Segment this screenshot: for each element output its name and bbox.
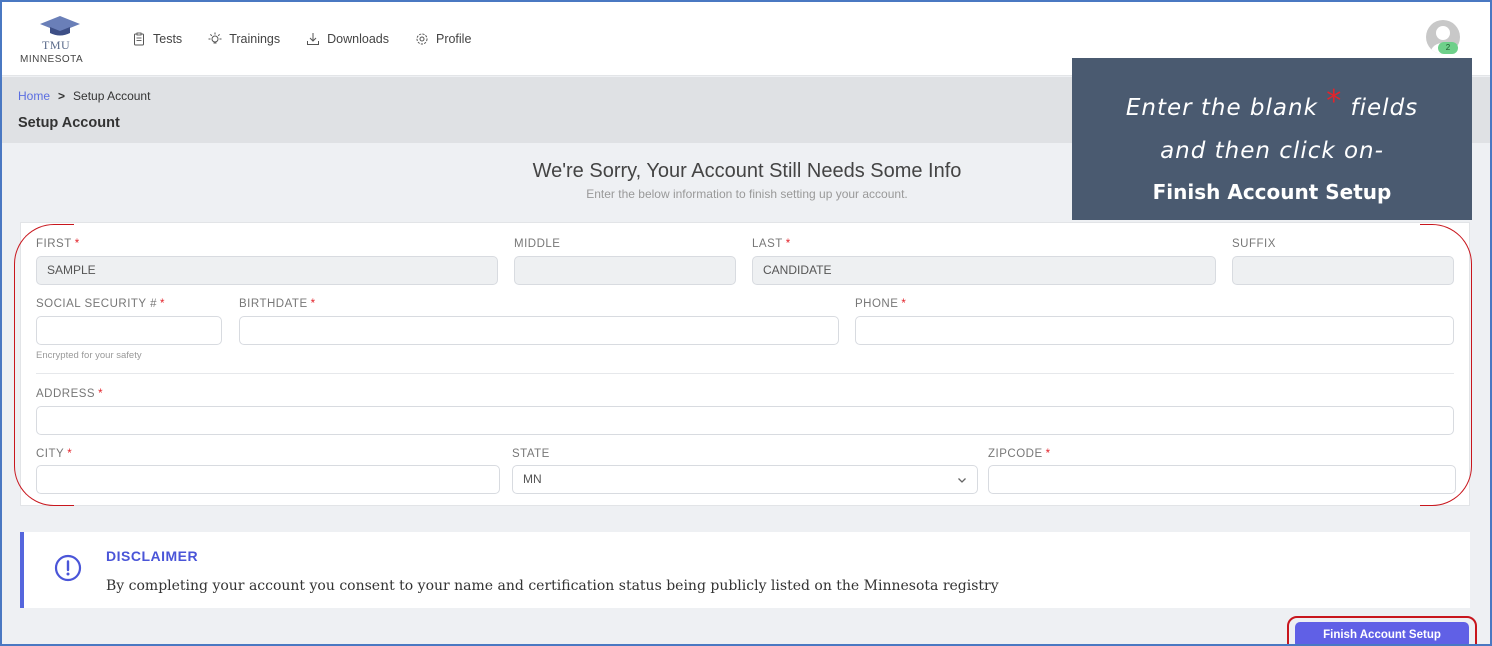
form-divider: [36, 373, 1454, 374]
phone-label: PHONE *: [855, 298, 907, 310]
app-window: TMU MINNESOTA Tests Trainings Downloads …: [0, 0, 1492, 646]
callout-line-2: and then click on-: [1160, 138, 1384, 164]
instruction-callout: Enter the blank * fields and then click …: [1072, 58, 1472, 220]
middle-name-label: MIDDLE: [514, 238, 561, 250]
notification-badge: 2: [1438, 42, 1458, 54]
last-name-label: LAST *: [752, 238, 791, 250]
annotation-bracket-right: [1420, 224, 1472, 506]
breadcrumb: Home > Setup Account: [18, 89, 150, 103]
callout-line-1-end: fields: [1350, 95, 1419, 121]
birthdate-field[interactable]: [239, 316, 839, 345]
first-name-field[interactable]: SAMPLE: [36, 256, 498, 285]
middle-name-field[interactable]: [514, 256, 736, 285]
disclaimer-text: By completing your account you consent t…: [106, 578, 999, 594]
nav-trainings[interactable]: Trainings: [208, 32, 280, 46]
page-title: Setup Account: [18, 115, 120, 131]
zipcode-label: ZIPCODE *: [988, 448, 1051, 460]
disclaimer-box: DISCLAIMER By completing your account yo…: [20, 532, 1470, 608]
nav-profile-label: Profile: [435, 32, 472, 46]
callout-line-1-text: Enter the blank: [1125, 95, 1318, 121]
breadcrumb-home-link[interactable]: Home: [18, 89, 50, 103]
gear-icon: [416, 33, 428, 45]
address-field[interactable]: [36, 406, 1454, 435]
clipboard-icon: [134, 32, 144, 46]
nav-profile[interactable]: Profile: [415, 32, 471, 46]
main-nav: Tests Trainings Downloads Profile: [132, 32, 497, 46]
nav-downloads[interactable]: Downloads: [306, 32, 389, 46]
nav-tests[interactable]: Tests: [132, 32, 182, 46]
exclamation-circle-icon: [54, 554, 82, 582]
graduation-cap-icon: [40, 16, 80, 36]
logo-text: TMU: [42, 38, 71, 52]
nav-tests-label: Tests: [153, 32, 183, 46]
download-icon: [307, 33, 320, 45]
zipcode-field[interactable]: [988, 465, 1456, 494]
logo-state-text: MINNESOTA: [20, 54, 84, 65]
suffix-label: SUFFIX: [1232, 238, 1276, 250]
last-name-field[interactable]: CANDIDATE: [752, 256, 1216, 285]
birthdate-label: BIRTHDATE *: [239, 298, 316, 310]
annotation-bracket-left: [14, 224, 74, 506]
lightbulb-icon: [208, 32, 222, 44]
disclaimer-title: DISCLAIMER: [106, 548, 199, 564]
nav-downloads-label: Downloads: [327, 32, 389, 46]
callout-star: *: [1326, 84, 1343, 119]
breadcrumb-current: Setup Account: [73, 89, 151, 103]
logo[interactable]: TMU MINNESOTA: [20, 12, 100, 68]
city-field[interactable]: [36, 465, 500, 494]
nav-trainings-label: Trainings: [229, 32, 281, 46]
callout-line-3: Finish Account Setup: [1152, 180, 1392, 204]
state-label: STATE: [512, 448, 550, 460]
phone-field[interactable]: [855, 316, 1454, 345]
state-select-value: MN: [523, 472, 542, 486]
chevron-down-icon: [958, 478, 966, 483]
callout-line-1: Enter the blank * fields: [1072, 84, 1472, 123]
state-select[interactable]: MN: [512, 465, 978, 494]
breadcrumb-separator: >: [58, 89, 66, 103]
finish-account-setup-button[interactable]: Finish Account Setup: [1295, 622, 1469, 644]
